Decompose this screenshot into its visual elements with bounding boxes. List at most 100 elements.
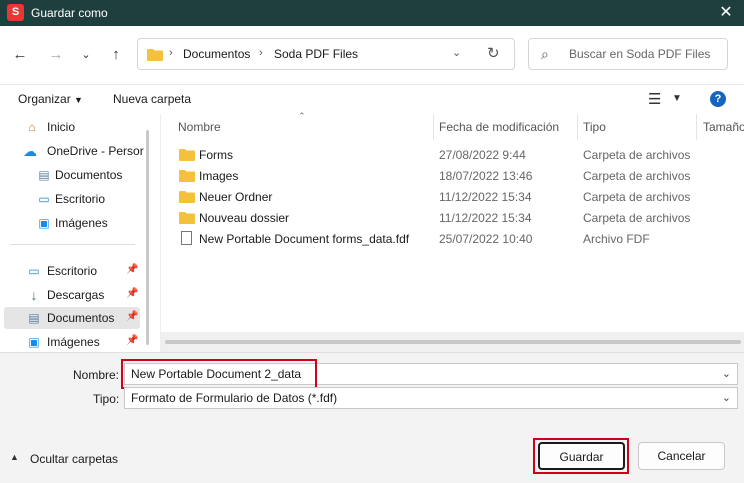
search-box[interactable]: ⌕ Buscar en Soda PDF Files — [528, 38, 728, 70]
search-placeholder[interactable]: Buscar en Soda PDF Files — [569, 47, 710, 61]
sidebar-item-label: Inicio — [47, 120, 76, 134]
home-icon: ⌂ — [28, 120, 36, 134]
recent-locations-chevron-icon[interactable]: ⌄ — [76, 45, 96, 65]
horizontal-scrollbar[interactable] — [161, 332, 744, 352]
search-icon: ⌕ — [541, 46, 549, 62]
help-icon[interactable]: ? — [710, 91, 726, 107]
sidebar-item-label: OneDrive - Persor — [47, 144, 144, 158]
file-icon — [181, 231, 192, 245]
file-list: ⌃ Nombre Fecha de modificación Tipo Tama… — [160, 111, 744, 352]
address-bar[interactable]: › Documentos › Soda PDF Files ⌄ ↻ — [137, 38, 515, 70]
desktop-icon: ▭ — [28, 264, 40, 278]
address-dropdown-icon[interactable]: ⌄ — [452, 46, 461, 59]
sort-ascending-icon: ⌃ — [298, 111, 306, 121]
sidebar-item-inicio[interactable]: ⌂ Inicio — [4, 116, 140, 138]
soda-pdf-app-icon: S — [7, 4, 24, 21]
pin-icon[interactable]: 📌 — [126, 288, 138, 299]
close-icon[interactable]: ✕ — [716, 3, 736, 23]
file-name: Neuer Ordner — [199, 190, 273, 204]
command-toolbar: Organizar ▼ Nueva carpeta ☰ ▼ ? — [0, 84, 744, 114]
file-name: New Portable Document forms_data.fdf — [199, 232, 410, 246]
file-name: Images — [199, 169, 239, 183]
forward-arrow-icon[interactable]: → — [46, 45, 66, 65]
sidebar-item-imagenes[interactable]: ▣ Imágenes — [4, 212, 140, 234]
save-form: Nombre: New Portable Document 2_data ⌄ T… — [0, 352, 744, 483]
pictures-icon: ▣ — [28, 335, 40, 349]
column-separator[interactable] — [433, 114, 434, 140]
file-type: Carpeta de archivos — [583, 169, 691, 183]
organize-menu-button[interactable]: Organizar ▼ — [18, 92, 83, 106]
column-header-size[interactable]: Tamaño — [703, 120, 744, 134]
file-row[interactable]: Images 18/07/2022 13:46 Carpeta de archi… — [161, 166, 721, 187]
file-date: 27/08/2022 9:44 — [439, 148, 526, 162]
cancel-button[interactable]: Cancelar — [638, 442, 725, 470]
sidebar-item-documentos[interactable]: ▤ Documentos — [4, 164, 140, 186]
breadcrumb-chevron-icon: › — [259, 47, 263, 59]
new-folder-button[interactable]: Nueva carpeta — [113, 92, 191, 106]
file-row[interactable]: Forms 27/08/2022 9:44 Carpeta de archivo… — [161, 145, 721, 166]
sidebar-item-label: Escritorio — [55, 192, 106, 206]
sidebar-item-escritorio[interactable]: ▭ Escritorio — [4, 188, 140, 210]
column-header-name[interactable]: Nombre — [178, 120, 221, 134]
scrollbar-thumb[interactable] — [165, 340, 741, 344]
sidebar-item-imagenes-quick[interactable]: ▣ Imágenes 📌 — [4, 331, 140, 352]
document-icon: ▤ — [28, 311, 40, 325]
sidebar-item-label: Escritorio — [47, 264, 98, 278]
column-separator[interactable] — [696, 114, 697, 140]
file-type: Carpeta de archivos — [583, 148, 691, 162]
name-highlight-box — [121, 359, 317, 389]
file-date: 25/07/2022 10:40 — [439, 232, 533, 246]
file-name: Forms — [199, 148, 233, 162]
file-type: Carpeta de archivos — [583, 211, 691, 225]
file-type: Carpeta de archivos — [583, 190, 691, 204]
pin-icon[interactable]: 📌 — [126, 264, 138, 275]
breadcrumb-soda-pdf-files[interactable]: Soda PDF Files — [274, 47, 358, 61]
chevron-down-icon[interactable]: ⌄ — [722, 391, 731, 404]
cloud-icon: ☁ — [23, 143, 37, 159]
column-separator[interactable] — [577, 114, 578, 140]
file-type-select[interactable]: Formato de Formulario de Datos (*.fdf) ⌄ — [124, 387, 738, 409]
chevron-down-icon[interactable]: ⌄ — [722, 367, 731, 380]
breadcrumb-documentos[interactable]: Documentos — [183, 47, 250, 61]
hide-folders-label: Ocultar carpetas — [30, 452, 119, 466]
title-bar: S Guardar como ✕ — [0, 0, 744, 26]
desktop-icon: ▭ — [38, 192, 50, 206]
pin-icon[interactable]: 📌 — [126, 311, 138, 322]
sidebar-item-label: Documentos — [47, 311, 115, 325]
file-date: 18/07/2022 13:46 — [439, 169, 533, 183]
sidebar-item-label: Descargas — [47, 288, 105, 302]
file-type: Archivo FDF — [583, 232, 650, 246]
column-header-type[interactable]: Tipo — [583, 120, 606, 134]
sidebar-item-onedrive[interactable]: ☁ OneDrive - Persor — [4, 140, 144, 162]
sidebar-scrollbar[interactable] — [146, 130, 149, 345]
save-button[interactable]: Guardar — [538, 442, 625, 470]
sidebar-item-documentos-quick[interactable]: ▤ Documentos 📌 — [4, 307, 140, 329]
file-date: 11/12/2022 15:34 — [439, 211, 532, 225]
window-title: Guardar como — [31, 6, 108, 20]
document-icon: ▤ — [38, 168, 50, 182]
folder-icon — [179, 149, 195, 161]
folder-icon — [147, 49, 163, 61]
chevron-down-icon: ▼ — [74, 95, 83, 105]
view-options-icon[interactable]: ☰ — [648, 90, 661, 108]
sidebar-item-descargas[interactable]: ↓ Descargas 📌 — [4, 284, 140, 306]
chevron-up-icon: ▲ — [10, 452, 19, 462]
file-row[interactable]: Nouveau dossier 11/12/2022 15:34 Carpeta… — [161, 208, 721, 229]
folder-icon — [179, 212, 195, 224]
file-row[interactable]: New Portable Document forms_data.fdf 25/… — [161, 229, 721, 250]
file-row[interactable]: Neuer Ordner 11/12/2022 15:34 Carpeta de… — [161, 187, 721, 208]
sidebar-item-escritorio-quick[interactable]: ▭ Escritorio 📌 — [4, 260, 140, 282]
navigation-bar: ← → ⌄ ↑ › Documentos › Soda PDF Files ⌄ … — [0, 26, 744, 84]
pictures-icon: ▣ — [38, 216, 50, 230]
pin-icon[interactable]: 📌 — [126, 335, 138, 346]
up-arrow-icon[interactable]: ↑ — [106, 45, 126, 65]
sidebar-item-label: Documentos — [55, 168, 123, 182]
folder-icon — [179, 191, 195, 203]
sidebar-divider — [10, 244, 135, 245]
back-arrow-icon[interactable]: ← — [10, 45, 30, 65]
column-header-date[interactable]: Fecha de modificación — [439, 120, 559, 134]
chevron-down-icon[interactable]: ▼ — [672, 93, 682, 104]
refresh-icon[interactable]: ↻ — [487, 44, 500, 62]
download-icon: ↓ — [30, 287, 38, 303]
file-type-value: Formato de Formulario de Datos (*.fdf) — [131, 391, 338, 405]
